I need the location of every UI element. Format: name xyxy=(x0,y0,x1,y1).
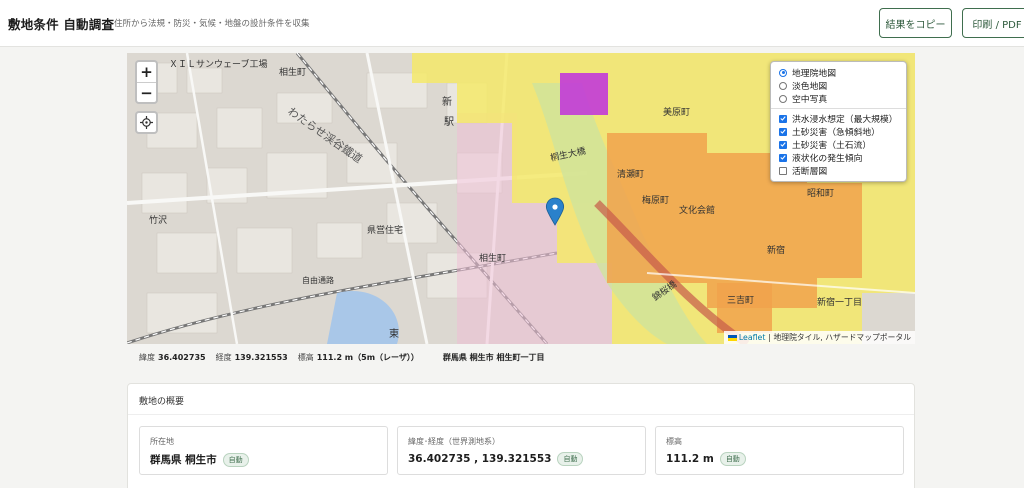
overlay-label: 活断層図 xyxy=(792,167,828,177)
map-label: 文化会館 xyxy=(679,204,715,216)
auto-badge: 自動 xyxy=(557,452,584,466)
map-label: 美原町 xyxy=(663,106,690,118)
base-layer-label: 地理院地図 xyxy=(792,69,836,79)
summary-card-elevation: 標高 111.2 m 自動 xyxy=(655,426,904,475)
copy-results-button[interactable]: 結果をコピー xyxy=(879,8,952,38)
map-label: 東 xyxy=(389,327,399,340)
card-value-row: 36.402735 , 139.321553 自動 xyxy=(408,452,584,466)
overlay-label: 土砂災害（土石流） xyxy=(792,141,872,151)
address-value: 群馬県 桐生市 相生町一丁目 xyxy=(442,353,545,362)
map-label: 自由通路 xyxy=(302,275,334,285)
map-attribution: Leaflet | 地理院タイル, ハザードマップポータル xyxy=(723,331,915,344)
base-layer-label: 淡色地図 xyxy=(792,82,828,92)
checkbox-checked-icon[interactable] xyxy=(779,114,787,123)
summary-divider xyxy=(128,414,914,415)
summary-card-address: 所在地 群馬県 桐生市 自動 xyxy=(139,426,388,475)
radio-icon[interactable] xyxy=(779,94,787,103)
map-label: ＸＩＬサンウェーブ工場 xyxy=(169,58,267,70)
base-layer-label: 空中写真 xyxy=(792,95,828,105)
overlay-label: 洪水浸水想定（最大規模） xyxy=(792,115,898,125)
base-layer-gsi-std[interactable]: 地理院地図 xyxy=(779,66,900,79)
checkbox-checked-icon[interactable] xyxy=(779,140,787,149)
location-info-bar: 緯度 36.402735 経度 139.321553 標高 111.2 m（5m… xyxy=(139,352,544,363)
card-value: 群馬県 桐生市 xyxy=(150,454,217,466)
page-subtitle: 住所から法規・防災・気候・地盤の設計条件を収集 xyxy=(114,19,310,29)
lng-label: 経度 xyxy=(215,353,232,362)
map-label: 新 xyxy=(442,95,452,108)
card-label: 所在地 xyxy=(150,437,174,446)
map-label: 清瀬町 xyxy=(617,168,644,180)
checkbox-checked-icon[interactable] xyxy=(779,153,787,162)
overlay-steep-slope[interactable]: 土砂災害（急傾斜地） xyxy=(779,125,900,138)
map-label: 新宿一丁目 xyxy=(817,296,862,308)
lng-value: 139.321553 xyxy=(234,353,288,362)
lat-value: 36.402735 xyxy=(158,353,206,362)
map-label: 相生町 xyxy=(279,66,306,78)
base-layer-gsi-pale[interactable]: 淡色地図 xyxy=(779,79,900,92)
app-header: 敷地条件 自動調査 住所から法規・防災・気候・地盤の設計条件を収集 結果をコピー… xyxy=(0,0,1024,47)
summary-card-latlng: 緯度･経度（世界測地系） 36.402735 , 139.321553 自動 xyxy=(397,426,646,475)
leaflet-link[interactable]: Leaflet xyxy=(739,333,766,342)
print-pdf-button[interactable]: 印刷 / PDF xyxy=(962,8,1024,38)
hazard-map[interactable]: ＸＩＬサンウェーブ工場 相生町 わたらせ渓谷鐵道 新 駅 相生町 桐生大橋 美原… xyxy=(127,53,915,344)
card-value: 36.402735 , 139.321553 xyxy=(408,453,552,465)
map-label: 駅 xyxy=(444,116,454,128)
checkbox-checked-icon[interactable] xyxy=(779,127,787,136)
card-label: 標高 xyxy=(666,437,682,446)
overlay-debris-flow[interactable]: 土砂災害（土石流） xyxy=(779,138,900,151)
elev-value: 111.2 m（5m（レーザ）） xyxy=(316,353,419,362)
summary-title: 敷地の概要 xyxy=(139,397,185,407)
crosshair-icon xyxy=(140,116,153,129)
map-label: 三吉町 xyxy=(727,295,754,306)
radio-selected-icon[interactable] xyxy=(779,68,787,77)
elev-label: 標高 xyxy=(297,353,314,362)
site-summary-panel: 敷地の概要 所在地 群馬県 桐生市 自動 緯度･経度（世界測地系） 36.402… xyxy=(127,383,915,488)
checkbox-icon[interactable] xyxy=(779,166,787,175)
map-label: 相生町 xyxy=(479,252,506,264)
overlay-label: 土砂災害（急傾斜地） xyxy=(792,128,880,138)
overlay-flood[interactable]: 洪水浸水想定（最大規模） xyxy=(779,112,900,125)
card-value-row: 群馬県 桐生市 自動 xyxy=(150,452,249,467)
zoom-out-button[interactable]: − xyxy=(137,82,156,102)
card-value: 111.2 m xyxy=(666,453,714,465)
card-value-row: 111.2 m 自動 xyxy=(666,452,746,466)
map-label: 竹沢 xyxy=(149,214,167,226)
layer-control: 地理院地図 淡色地図 空中写真 洪水浸水想定（最大規模） 土砂災害（急傾斜地） … xyxy=(770,61,907,182)
map-label: 梅原町 xyxy=(642,194,669,206)
base-layer-aerial[interactable]: 空中写真 xyxy=(779,92,900,105)
overlay-active-fault[interactable]: 活断層図 xyxy=(779,164,900,177)
auto-badge: 自動 xyxy=(719,452,746,466)
overlay-label: 液状化の発生傾向 xyxy=(792,154,863,164)
map-label: 県営住宅 xyxy=(367,224,403,236)
card-label: 緯度･経度（世界測地系） xyxy=(408,437,500,446)
layer-separator xyxy=(771,108,906,109)
zoom-in-button[interactable]: + xyxy=(137,62,156,82)
zoom-control: + − xyxy=(135,60,158,104)
lat-label: 緯度 xyxy=(139,353,155,362)
auto-badge: 自動 xyxy=(222,452,249,467)
map-label: 新宿 xyxy=(767,244,785,256)
overlay-liquefaction[interactable]: 液状化の発生傾向 xyxy=(779,151,900,164)
ukraine-flag-icon xyxy=(727,334,737,341)
radio-icon[interactable] xyxy=(779,81,787,90)
map-label: 昭和町 xyxy=(807,188,834,199)
page-title: 敷地条件 自動調査 xyxy=(8,17,115,32)
attribution-text: | 地理院タイル, ハザードマップポータル xyxy=(768,333,911,342)
locate-button[interactable] xyxy=(135,111,158,134)
